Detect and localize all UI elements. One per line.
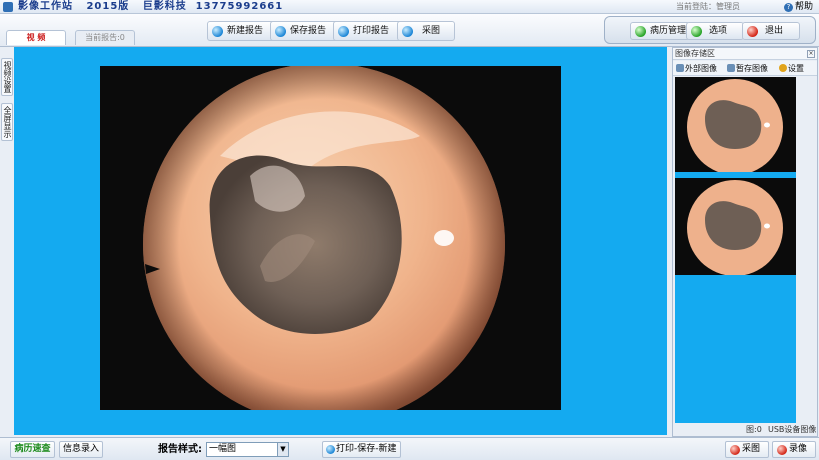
save-report-button[interactable]: 保存报告 bbox=[270, 21, 340, 41]
external-image-button[interactable]: 外部图像 bbox=[676, 62, 717, 75]
options-label: 选项 bbox=[709, 26, 728, 36]
app-title: 影像工作站 2015版 巨影科技 13775992661 bbox=[18, 1, 284, 12]
records-label: 病历管理 bbox=[650, 26, 687, 36]
capture-button[interactable]: 采图 bbox=[397, 21, 455, 41]
capture-icon bbox=[402, 26, 413, 37]
capture-image-button[interactable]: 采图 bbox=[725, 441, 769, 458]
tab-video[interactable]: 视 频 bbox=[6, 30, 66, 45]
record-icon bbox=[777, 445, 787, 455]
temp-image-button[interactable]: 暂存图像 bbox=[727, 62, 768, 75]
exit-icon bbox=[747, 26, 758, 37]
fullscreen-tab[interactable]: 全屏显示 bbox=[1, 103, 13, 141]
login-info: 当前登陆：管理员 bbox=[676, 2, 740, 11]
report-style-label: 报告样式: bbox=[158, 444, 202, 455]
tab-current-report[interactable]: 当前报告:0 bbox=[75, 30, 135, 45]
help-label: 帮助 bbox=[795, 2, 814, 12]
print-save-new-label: 打印-保存-新建 bbox=[336, 444, 397, 454]
image-storage-header: 图像存储区 × bbox=[673, 48, 817, 60]
image-storage-panel: 图像存储区 × 外部图像 暂存图像 设置 图:0 USB设备图像 bbox=[672, 47, 818, 437]
left-tab-strip: 视频设置 全屏显示 bbox=[0, 47, 14, 437]
record-video-label: 录像 bbox=[789, 444, 808, 454]
video-preview-area bbox=[14, 47, 667, 435]
save-report-icon bbox=[275, 26, 286, 37]
info-entry-button[interactable]: 信息录入 bbox=[59, 441, 103, 458]
title-bar: 影像工作站 2015版 巨影科技 13775992661 当前登陆：管理员 ? 帮… bbox=[0, 0, 819, 14]
thumbnail[interactable] bbox=[675, 77, 796, 174]
image-storage-toolbar: 外部图像 暂存图像 设置 bbox=[673, 61, 817, 76]
endoscope-image bbox=[100, 66, 561, 410]
new-report-icon bbox=[212, 26, 223, 37]
help-button[interactable]: ? 帮助 bbox=[784, 0, 813, 14]
records-management-button[interactable]: 病历管理 bbox=[630, 22, 690, 40]
usb-device-images-label: USB设备图像 bbox=[768, 425, 817, 434]
print-save-new-button[interactable]: 打印-保存-新建 bbox=[322, 441, 401, 458]
external-image-label: 外部图像 bbox=[685, 64, 717, 73]
thumbnail-image bbox=[675, 178, 796, 275]
image-count: 图:0 bbox=[746, 425, 762, 434]
capture-label: 采图 bbox=[422, 26, 441, 36]
storage-settings-button[interactable]: 设置 bbox=[779, 62, 804, 75]
capture-image-label: 采图 bbox=[742, 444, 761, 454]
save-report-label: 保存报告 bbox=[290, 26, 327, 36]
report-style-value: 一幅图 bbox=[209, 444, 237, 454]
record-video-button[interactable]: 录像 bbox=[772, 441, 816, 458]
close-icon[interactable]: × bbox=[807, 50, 815, 58]
records-icon bbox=[635, 26, 646, 37]
quick-records-button[interactable]: 病历速查 bbox=[10, 441, 55, 458]
thumbnail-list bbox=[675, 77, 796, 423]
folder-icon bbox=[676, 64, 684, 72]
video-settings-tab[interactable]: 视频设置 bbox=[1, 58, 13, 96]
bottom-status-bar: 病历速查 信息录入 报告样式: 一幅图 ▼ 打印-保存-新建 采图 录像 bbox=[0, 437, 819, 460]
exit-button[interactable]: 退出 bbox=[742, 22, 800, 40]
app-logo-icon bbox=[3, 2, 13, 12]
print-report-icon bbox=[338, 26, 349, 37]
thumbnail[interactable] bbox=[675, 178, 796, 275]
temp-image-label: 暂存图像 bbox=[736, 64, 768, 73]
exit-label: 退出 bbox=[765, 26, 784, 36]
image-storage-title: 图像存储区 bbox=[675, 49, 715, 58]
new-report-label: 新建报告 bbox=[227, 26, 264, 36]
capture-record-icon bbox=[730, 445, 740, 455]
main-toolbar: 视 频 当前报告:0 新建报告 保存报告 打印报告 采图 病历管理 选项 退出 bbox=[0, 14, 819, 47]
options-icon bbox=[691, 26, 702, 37]
image-storage-footer: 图:0 USB设备图像 bbox=[673, 424, 817, 436]
save-icon bbox=[727, 64, 735, 72]
options-button[interactable]: 选项 bbox=[686, 22, 744, 40]
report-style-select[interactable]: 一幅图 ▼ bbox=[206, 442, 289, 457]
thumbnail-image bbox=[675, 77, 796, 172]
gear-icon bbox=[779, 64, 787, 72]
chevron-down-icon: ▼ bbox=[277, 443, 288, 456]
help-icon: ? bbox=[784, 3, 793, 12]
print-save-new-icon bbox=[326, 445, 335, 454]
storage-settings-label: 设置 bbox=[788, 64, 804, 73]
live-video-frame[interactable] bbox=[100, 66, 561, 410]
print-report-label: 打印报告 bbox=[353, 26, 390, 36]
